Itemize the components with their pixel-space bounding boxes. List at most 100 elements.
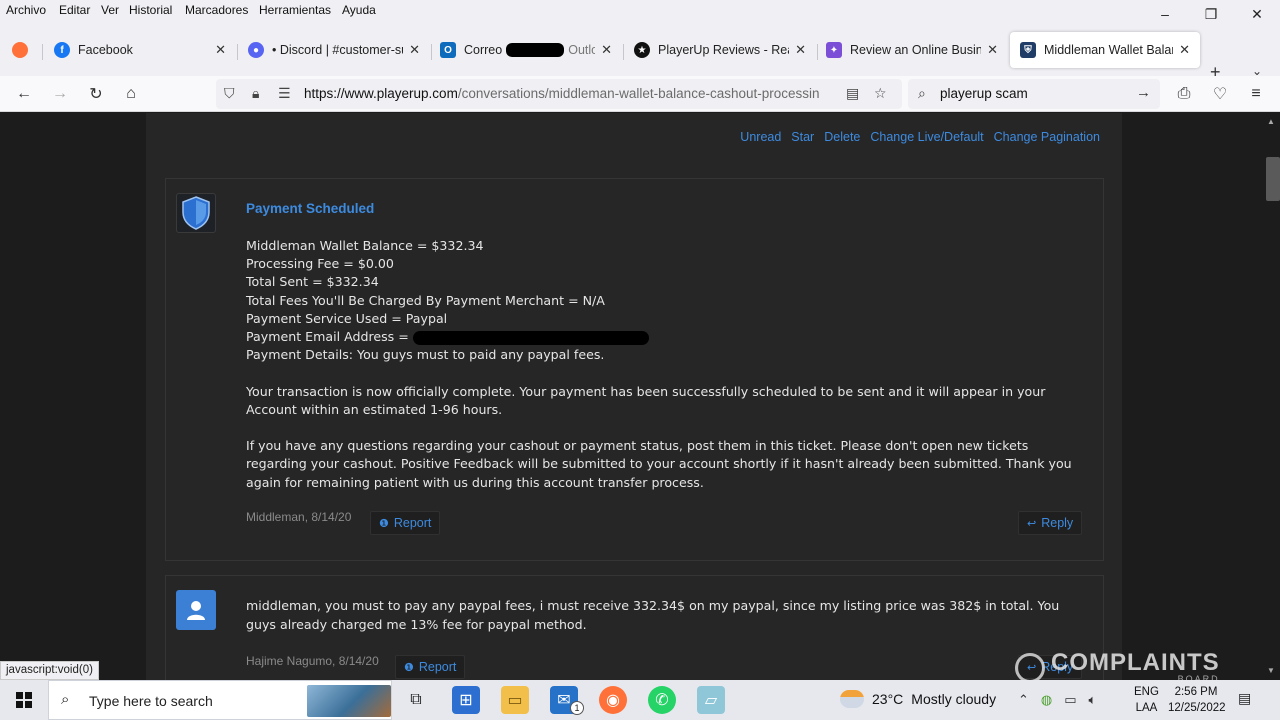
whatsapp-icon[interactable]: ✆ xyxy=(648,686,676,714)
close-tab-icon[interactable]: ✕ xyxy=(795,42,806,58)
delete-link[interactable]: Delete xyxy=(824,130,860,144)
weather-widget[interactable]: 23°C Mostly cloudy xyxy=(840,690,996,708)
discord-icon: ● xyxy=(248,42,264,58)
reload-button[interactable]: ↻ xyxy=(84,82,108,106)
language-indicator[interactable]: ENG LAA xyxy=(1134,684,1159,716)
taskbar-search-placeholder[interactable]: Type here to search xyxy=(89,693,213,709)
report-button[interactable]: ❶ Report xyxy=(395,655,466,679)
unread-link[interactable]: Unread xyxy=(740,130,781,144)
scroll-down-arrow-icon[interactable]: ▼ xyxy=(1267,666,1275,675)
menu-archivo[interactable]: Archivo xyxy=(6,3,46,17)
tab-title: Review an Online Busines xyxy=(850,43,982,57)
navigation-bar: ← → ↻ ⌂ ⛉ 🔒︎ ☰ https://www.playerup.com/… xyxy=(0,76,1280,112)
close-tab-icon[interactable]: ✕ xyxy=(987,42,998,58)
menu-ver[interactable]: Ver xyxy=(101,3,119,17)
url-domain: https://www.playerup.com xyxy=(304,86,458,101)
payment-service-line: Payment Service Used = Paypal xyxy=(246,310,448,326)
task-view-icon[interactable]: ⧉ xyxy=(402,686,430,714)
search-bar[interactable]: ⌕ playerup scam → xyxy=(908,79,1160,109)
message-meta[interactable]: Middleman, 8/14/20 xyxy=(246,510,351,524)
close-tab-icon[interactable]: ✕ xyxy=(1179,42,1190,58)
reply-button[interactable]: ↩ Reply xyxy=(1018,511,1083,535)
notification-center-icon[interactable]: ▤ xyxy=(1238,690,1251,707)
message-meta[interactable]: Hajime Nagumo, 8/14/20 xyxy=(246,654,379,668)
menu-historial[interactable]: Historial xyxy=(129,3,172,17)
watermark-text: COMPLAINTS xyxy=(1051,649,1220,676)
scroll-up-arrow-icon[interactable]: ▲ xyxy=(1267,117,1275,126)
message-body: Middleman Wallet Balance = $332.34 Proce… xyxy=(246,237,1076,492)
bookmark-star-icon[interactable]: ☆ xyxy=(874,85,887,102)
message-user-reply: middleman, you must to pay any paypal fe… xyxy=(165,575,1104,680)
reader-view-icon[interactable]: ▤ xyxy=(846,85,859,102)
start-button[interactable] xyxy=(0,680,48,720)
payment-email-line: Payment Email Address = xyxy=(246,329,409,345)
url-bar[interactable]: ⛉ 🔒︎ ☰ https://www.playerup.com/conversa… xyxy=(216,79,902,109)
search-input[interactable]: playerup scam xyxy=(940,86,1028,101)
show-hidden-icons-icon[interactable]: ⌃ xyxy=(1018,692,1029,708)
weather-desc: Mostly cloudy xyxy=(911,691,997,707)
redacted-email xyxy=(412,330,649,345)
report-label: Report xyxy=(393,516,432,530)
home-button[interactable]: ⌂ xyxy=(119,82,143,106)
file-explorer-icon[interactable]: ▭ xyxy=(501,686,529,714)
network-icon[interactable]: ▭ xyxy=(1064,692,1076,708)
taskbar-search-box[interactable]: ⌕ Type here to search xyxy=(48,680,392,720)
avatar[interactable] xyxy=(176,193,216,233)
weather-temp: 23°C xyxy=(872,691,904,707)
tab-separator xyxy=(42,44,43,60)
reply-arrow-icon: ↩ xyxy=(1027,517,1037,530)
menu-herramientas[interactable]: Herramientas xyxy=(259,3,331,17)
tray-app-icon[interactable]: ◍ xyxy=(1041,692,1052,708)
firefox-icon[interactable]: ◉ xyxy=(599,686,627,714)
page-scrollbar[interactable]: ▲ ▼ xyxy=(1263,113,1280,680)
payment-email-row: Payment Email Address = xyxy=(246,328,1076,346)
windows-logo-icon xyxy=(16,692,32,708)
close-tab-icon[interactable]: ✕ xyxy=(215,42,226,58)
menu-editar[interactable]: Editar xyxy=(59,3,90,17)
facebook-icon: f xyxy=(54,42,70,58)
tab-facebook[interactable]: f Facebook ✕ xyxy=(44,32,236,68)
close-tab-icon[interactable]: ✕ xyxy=(601,42,612,58)
store-icon[interactable]: ⊞ xyxy=(452,686,480,714)
tab-review-business[interactable]: ✦ Review an Online Busines ✕ xyxy=(816,32,1008,68)
tab-playerup-reviews[interactable]: ★ PlayerUp Reviews - Read ✕ xyxy=(624,32,816,68)
change-pagination-link[interactable]: Change Pagination xyxy=(994,130,1100,144)
menu-marcadores[interactable]: Marcadores xyxy=(185,3,248,17)
balance-line: Middleman Wallet Balance = $332.34 xyxy=(246,238,484,253)
hamburger-menu-icon[interactable]: ≡ xyxy=(1244,82,1268,106)
total-sent-line: Total Sent = $332.34 xyxy=(246,274,379,290)
permissions-icon[interactable]: ☰ xyxy=(278,85,291,102)
tab-middleman-wallet[interactable]: ⛨ Middleman Wallet Balanc ✕ xyxy=(1010,32,1200,68)
clock[interactable]: 2:56 PM 12/25/2022 xyxy=(1168,684,1226,716)
change-live-default-link[interactable]: Change Live/Default xyxy=(870,130,983,144)
clock-date: 12/25/2022 xyxy=(1168,702,1226,714)
star-link[interactable]: Star xyxy=(791,130,814,144)
pocket-icon[interactable]: ♡ xyxy=(1208,82,1232,106)
back-button[interactable]: ← xyxy=(12,82,36,106)
report-button[interactable]: ❶ Report xyxy=(370,511,441,535)
fee-line: Processing Fee = $0.00 xyxy=(246,256,394,272)
merchant-fees-line: Total Fees You'll Be Charged By Payment … xyxy=(246,292,605,308)
tab-title: Correo xyxy=(464,42,503,57)
volume-icon[interactable]: 🔈︎ xyxy=(1089,692,1097,708)
firefox-menu-tab[interactable] xyxy=(2,32,40,68)
tab-bar: f Facebook ✕ ● • Discord | #customer-sup… xyxy=(0,24,1280,82)
forward-button[interactable]: → xyxy=(48,82,72,106)
close-tab-icon[interactable]: ✕ xyxy=(409,42,420,58)
app-icon[interactable]: ▱ xyxy=(697,686,725,714)
menu-ayuda[interactable]: Ayuda xyxy=(342,3,376,17)
search-highlight-image xyxy=(307,685,391,717)
tab-title-suffix: Outlo xyxy=(568,42,596,57)
avatar[interactable] xyxy=(176,590,216,630)
url-text[interactable]: https://www.playerup.com/conversations/m… xyxy=(304,86,840,101)
mail-badge: 1 xyxy=(570,701,584,715)
tab-outlook[interactable]: O Correo Outlo ✕ xyxy=(430,32,622,68)
search-go-arrow-icon[interactable]: → xyxy=(1136,84,1151,101)
tab-discord[interactable]: ● • Discord | #customer-sup ✕ xyxy=(238,32,430,68)
lock-icon[interactable]: 🔒︎ xyxy=(252,85,259,102)
tracking-shield-icon[interactable]: ⛉ xyxy=(224,85,235,102)
print-icon[interactable]: ⎙ xyxy=(1172,82,1196,106)
scroll-thumb[interactable] xyxy=(1266,157,1280,201)
